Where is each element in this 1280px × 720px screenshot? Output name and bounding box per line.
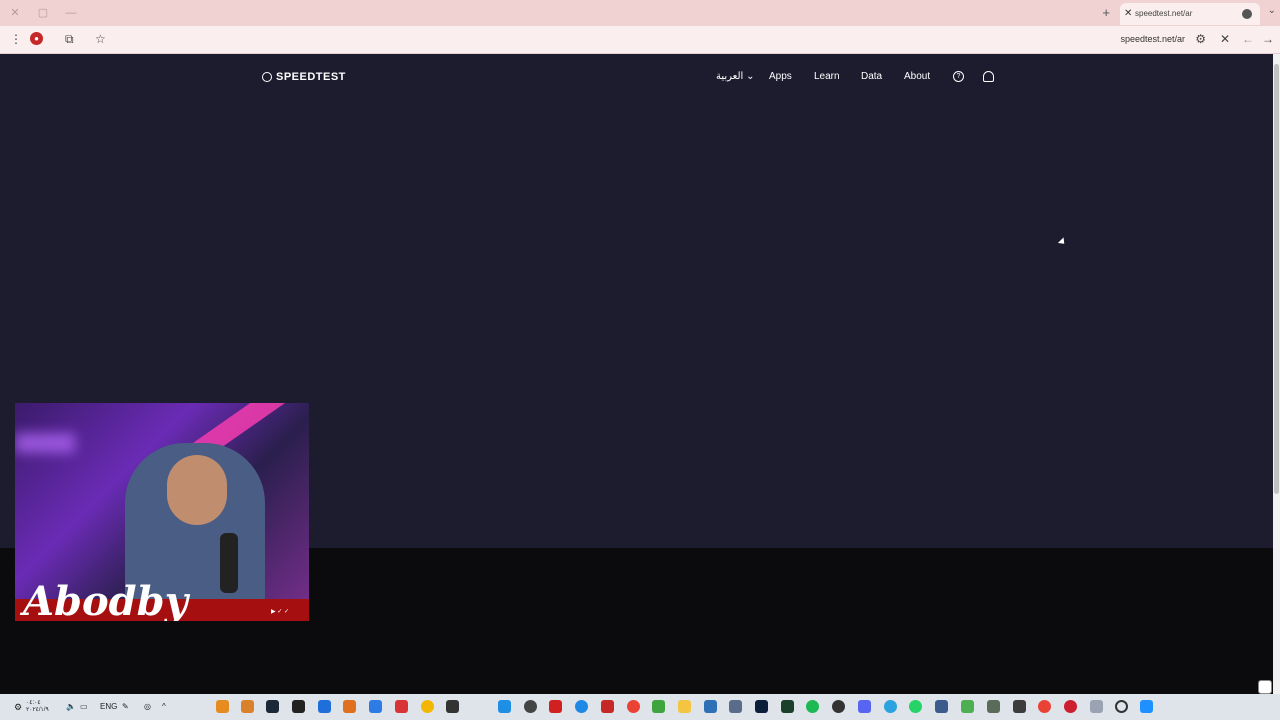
app-tray-icon[interactable]: ◎ [144,702,151,711]
maximize-window-icon[interactable]: ▢ [36,6,50,20]
page-scrollbar[interactable] [1273,54,1280,694]
show-hidden-icons-icon[interactable]: ^ [162,702,166,711]
volume-icon[interactable]: 🔈 [66,702,76,711]
app-icon[interactable] [241,700,254,713]
tab-title: speedtest.net/ar [1135,9,1193,18]
bookmark-star-icon[interactable]: ☆ [95,32,106,46]
pen-icon[interactable]: ✎ [122,702,129,711]
browser-tab[interactable]: ✕ speedtest.net/ar [1120,3,1260,25]
nav-about[interactable]: About [904,71,930,82]
ad-choices-icon[interactable] [1258,680,1272,694]
site-settings-icon[interactable]: ⚙ [1195,32,1206,46]
social-handles-icon: ▶ ✓ ✓ [270,609,289,615]
spotify-icon[interactable] [806,700,819,713]
extensions-puzzle-icon[interactable]: ⧉ [65,32,74,46]
logo-text: SPEEDTEST [276,71,346,83]
photoshop-icon[interactable] [755,700,768,713]
help-icon[interactable]: ? [953,71,964,82]
neon-light [15,433,75,453]
back-icon[interactable]: → [1262,32,1274,46]
app-icon[interactable] [832,700,845,713]
discord-icon[interactable] [858,700,871,713]
app-icon[interactable] [369,700,382,713]
speedtest-logo[interactable]: SPEEDTEST [262,71,346,83]
app-icon[interactable] [781,700,794,713]
app-icon[interactable] [935,700,948,713]
start-windows-icon[interactable] [1140,700,1153,713]
chevron-down-icon: ⌄ [746,71,755,82]
app-icon[interactable] [601,700,614,713]
nav-apps[interactable]: Apps [769,71,792,82]
windows-taskbar: ⚙ ٠٤:٠٤ ٢٠٢٤/١/٩ 🔈 ▭ ENG ✎ ◎ ^ [0,680,1280,720]
app-icon[interactable] [446,700,459,713]
taskbar-clock[interactable]: ٠٤:٠٤ ٢٠٢٤/١/٩ [26,699,49,713]
app-icon[interactable] [987,700,1000,713]
forward-icon[interactable]: ← [1242,32,1254,46]
app-icon[interactable] [524,700,537,713]
edge-icon[interactable] [575,700,588,713]
search-icon[interactable] [1115,700,1128,713]
address-bar[interactable]: speedtest.net/ar [1120,34,1185,44]
opera-icon[interactable] [1064,700,1077,713]
webcam-overlay: ▶ ✓ ✓ Abodby [15,403,309,621]
language-selector[interactable]: العربية ⌄ [716,71,755,82]
app-icon[interactable] [292,700,305,713]
new-tab-icon[interactable]: + [1102,5,1110,20]
app-icon[interactable] [498,700,511,713]
network-icon[interactable]: ▭ [80,702,88,711]
language-label: العربية [716,71,744,82]
whatsapp-icon[interactable] [909,700,922,713]
stop-loading-icon[interactable]: ✕ [1220,32,1230,46]
app-icon[interactable] [421,700,434,713]
settings-tray-icon[interactable]: ⚙ [14,702,22,713]
wps-icon[interactable] [395,700,408,713]
app-icon[interactable] [652,700,665,713]
language-indicator[interactable]: ENG [100,702,117,711]
task-view-icon[interactable] [1090,700,1103,713]
app-icon[interactable] [318,700,331,713]
menu-icon[interactable]: ⋮ [10,32,22,46]
steam-icon[interactable] [266,700,279,713]
speedtest-logo-icon [262,72,272,82]
tab-close-icon[interactable]: ✕ [1124,3,1132,25]
tab-favicon-icon [1242,9,1252,19]
extension-icon[interactable]: ● [30,32,43,45]
user-icon[interactable] [983,71,994,82]
browser-toolbar: ⋮ ● ⧉ ☆ speedtest.net/ar ⚙ ✕ ← → [0,26,1280,54]
app-icon[interactable] [1013,700,1026,713]
microphone-icon [220,533,238,593]
chrome-active-icon[interactable] [1038,700,1051,713]
telegram-icon[interactable] [884,700,897,713]
file-explorer-icon[interactable] [678,700,691,713]
app-icon[interactable] [343,700,356,713]
nav-data[interactable]: Data [861,71,882,82]
nav-learn[interactable]: Learn [814,71,840,82]
app-icon[interactable] [704,700,717,713]
scrollbar-thumb[interactable] [1274,64,1279,494]
browser-tab-bar: ✕ ▢ — + ✕ speedtest.net/ar ⌄ [0,0,1280,26]
mouse-cursor-icon [1057,237,1068,247]
app-icon[interactable] [549,700,562,713]
chrome-icon[interactable] [627,700,640,713]
app-icon[interactable] [729,700,742,713]
minimize-window-icon[interactable]: — [64,6,78,20]
app-icon[interactable] [216,700,229,713]
streamer-head [167,455,227,525]
streamer-signature: Abodby [23,578,188,621]
app-icon[interactable] [961,700,974,713]
close-window-icon[interactable]: ✕ [8,6,22,20]
tab-search-icon[interactable]: ⌄ [1268,5,1276,16]
